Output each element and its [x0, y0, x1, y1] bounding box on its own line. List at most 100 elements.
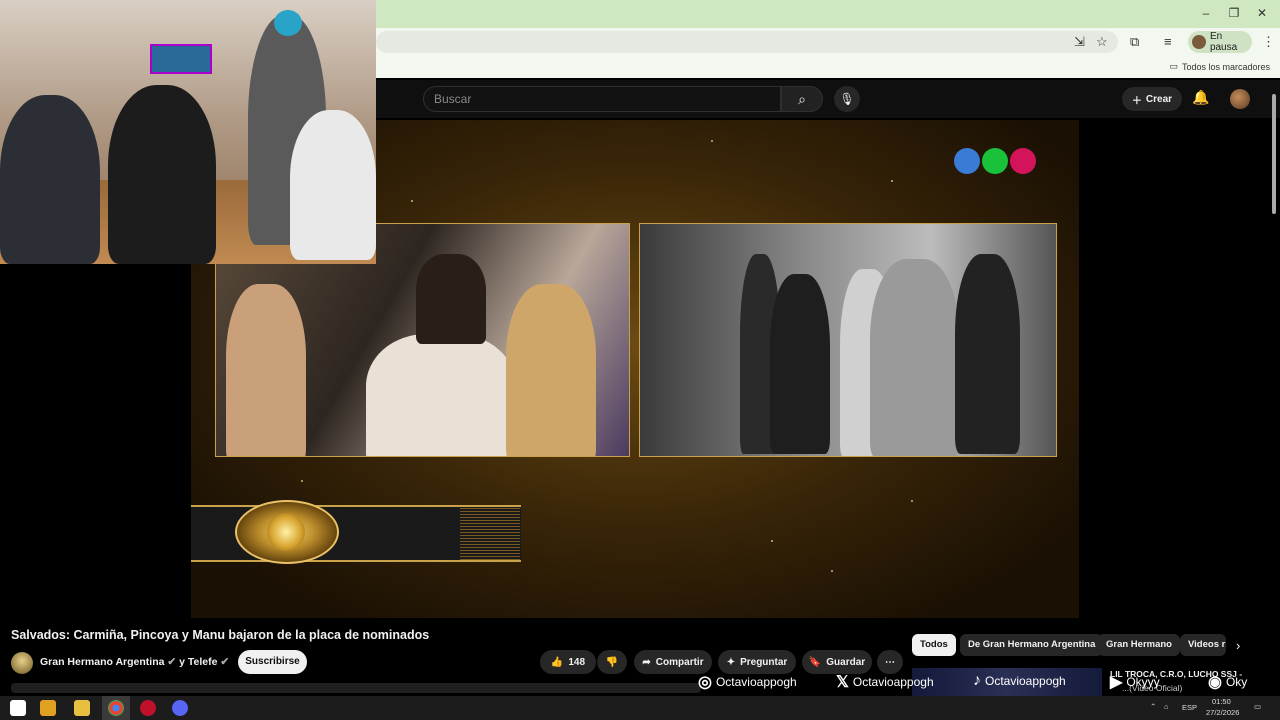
person-figure [770, 274, 830, 454]
discord-icon[interactable] [172, 700, 188, 716]
all-bookmarks-label: Todos los marcadores [1181, 61, 1270, 72]
sparkle-icon: ✦ [726, 656, 736, 668]
social-handle-text: Okyyy [1126, 675, 1160, 689]
like-button[interactable]: 👍 148 [540, 650, 596, 674]
media-player-icon[interactable] [40, 700, 56, 716]
telefe-red-dot [1010, 148, 1036, 174]
minimize-icon[interactable]: – [1196, 6, 1216, 20]
description-box[interactable] [11, 683, 701, 693]
chevron-right-icon[interactable]: › [1236, 638, 1240, 653]
channel-avatar[interactable] [11, 652, 33, 674]
social-handle-text: Oky [1225, 675, 1248, 689]
person-figure [870, 259, 960, 456]
more-actions-button[interactable]: ⋯ [877, 650, 903, 674]
person-figure [506, 284, 596, 456]
save-button[interactable]: 🔖 Guardar [802, 650, 872, 674]
create-label: Crear [1145, 93, 1173, 105]
search-icon: ⌕ [798, 91, 806, 107]
chip-de-gran-hermano-argentina[interactable]: De Gran Hermano Argentina [960, 634, 1104, 656]
telefe-green-dot [982, 148, 1008, 174]
page-scrollbar[interactable] [1272, 94, 1276, 214]
streamer-person [290, 110, 376, 260]
file-explorer-icon[interactable] [74, 700, 90, 716]
gran-hermano-iris [267, 513, 305, 551]
address-bar[interactable] [376, 31, 1118, 53]
tray-chevron-icon[interactable]: ⌃ [1150, 702, 1156, 711]
dislike-button[interactable]: 👎 [597, 650, 627, 674]
bookmark-icon: 🔖 [808, 656, 822, 668]
lower-third-stripes [460, 507, 520, 560]
chip-videos[interactable]: Videos r [1180, 634, 1226, 656]
notifications-icon[interactable]: ▭ [1254, 702, 1261, 711]
language-indicator[interactable]: ESP [1182, 703, 1197, 712]
ask-label: Preguntar [740, 656, 788, 668]
sparkle [711, 140, 713, 142]
social-handle: ▶ Okyyy [1110, 672, 1160, 692]
extensions-icon[interactable]: ⧉ [1130, 34, 1139, 50]
screen: – ❐ ✕ ⇲ ☆ ⧉ ≡ En pausa ⋮ ▭ Todos los mar… [0, 0, 1280, 720]
verified-icon: ✔ [167, 656, 177, 668]
clock-date[interactable]: 27/2/2026 [1206, 708, 1239, 717]
channel-name[interactable]: Gran Hermano Argentina [40, 656, 164, 668]
windows-taskbar [0, 696, 1280, 720]
social-handle: ♪ Octavioappogh [973, 672, 1066, 690]
telefe-logo [954, 148, 1036, 174]
chrome-icon[interactable] [108, 700, 124, 716]
channel-name-line[interactable]: Gran Hermano Argentina ✔ y Telefe ✔ [40, 656, 229, 668]
microphone-icon: 🎙 [839, 92, 855, 106]
more-icon: ⋯ [885, 656, 895, 668]
account-avatar[interactable] [1230, 89, 1250, 109]
person-figure [226, 284, 306, 456]
profile-button[interactable]: En pausa [1188, 31, 1252, 53]
start-icon[interactable] [10, 700, 26, 716]
install-app-icon[interactable]: ⇲ [1074, 34, 1085, 50]
person-figure [366, 334, 516, 456]
notifications-bell-icon[interactable]: 🔔 [1192, 89, 1209, 106]
ask-button[interactable]: ✦ Preguntar [718, 650, 796, 674]
plus-icon: ＋ [1131, 95, 1142, 107]
create-button[interactable]: ＋ Crear [1122, 87, 1182, 111]
restore-icon[interactable]: ❐ [1224, 6, 1244, 20]
video-title: Salvados: Carmiña, Pincoya y Manu bajaro… [11, 628, 430, 642]
social-handle: 𝕏 Octavioappogh [836, 672, 934, 692]
thumbs-down-icon: 👎 [605, 656, 619, 668]
sparkle [301, 480, 303, 482]
app-icon[interactable] [140, 700, 156, 716]
share-label: Compartir [655, 656, 704, 668]
wall-picture [150, 44, 212, 74]
save-label: Guardar [826, 656, 866, 668]
bookmark-star-icon[interactable]: ☆ [1096, 34, 1108, 50]
channel-connector[interactable]: y Telefe [179, 656, 217, 668]
media-control-icon[interactable]: ≡ [1164, 34, 1172, 49]
search-button[interactable]: ⌕ [781, 86, 823, 112]
streamer-webcam [0, 0, 376, 264]
tiktok-icon: ♪ [973, 672, 981, 689]
search-input[interactable]: Buscar [423, 86, 781, 112]
instagram-icon: ◎ [698, 674, 712, 691]
like-count: 148 [568, 656, 586, 668]
spotify-icon: ◉ [1208, 674, 1222, 691]
network-icon[interactable]: ⌂ [1164, 702, 1169, 711]
chip-gran-hermano[interactable]: Gran Hermano [1098, 634, 1180, 656]
telefe-blue-dot [954, 148, 980, 174]
thumbs-up-icon: 👍 [550, 656, 564, 668]
subscribe-button[interactable]: Suscribirse [238, 650, 307, 674]
browser-menu-icon[interactable]: ⋮ [1262, 34, 1275, 50]
share-button[interactable]: ➦ Compartir [634, 650, 712, 674]
close-icon[interactable]: ✕ [1252, 6, 1272, 20]
social-handle-text: Octavioappogh [985, 674, 1066, 688]
sparkle [831, 570, 833, 572]
sparkle [771, 540, 773, 542]
sparkle [911, 500, 913, 502]
chip-todos[interactable]: Todos [912, 634, 956, 656]
clock-time[interactable]: 01:50 [1212, 697, 1231, 706]
folder-icon: ▭ [1169, 61, 1178, 71]
social-handle-text: Octavioappogh [852, 675, 934, 689]
blue-hair [274, 10, 302, 36]
all-bookmarks-button[interactable]: ▭ Todos los marcadores [1169, 61, 1270, 72]
voice-search-button[interactable]: 🎙 [834, 86, 860, 112]
streamer-person [0, 95, 100, 264]
social-handle: ◉ Oky [1208, 672, 1247, 692]
sparkle [891, 180, 893, 182]
house-clip-right [639, 223, 1057, 457]
